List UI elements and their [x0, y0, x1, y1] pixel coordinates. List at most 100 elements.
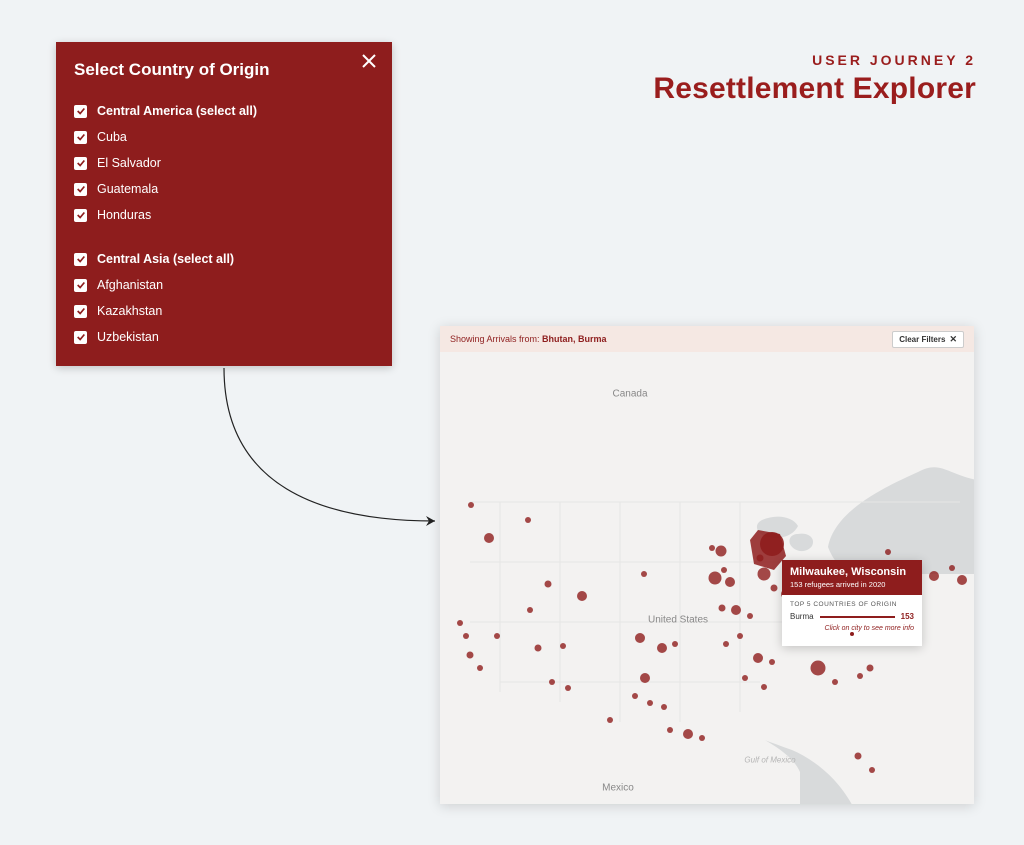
filter-label: Afghanistan: [97, 278, 163, 292]
tooltip-origin-value: 153: [901, 612, 914, 621]
city-bubble[interactable]: [535, 645, 542, 652]
checkbox-icon: [74, 131, 87, 144]
checkbox-icon: [74, 157, 87, 170]
city-bubble[interactable]: [607, 717, 613, 723]
city-bubble[interactable]: [719, 605, 726, 612]
city-tooltip: Milwaukee, Wisconsin 153 refugees arrive…: [782, 560, 922, 646]
checkbox-icon: [74, 183, 87, 196]
tooltip-subtitle: 153 refugees arrived in 2020: [790, 580, 914, 589]
checkbox-icon: [74, 305, 87, 318]
filter-group-header[interactable]: Central Asia (select all): [74, 246, 374, 272]
tooltip-origin-name: Burma: [790, 612, 814, 621]
filter-panel-title: Select Country of Origin: [74, 60, 374, 80]
city-bubble[interactable]: [657, 643, 667, 653]
city-bubble[interactable]: [699, 735, 705, 741]
city-bubble[interactable]: [721, 567, 727, 573]
filter-summary-prefix: Showing Arrivals from:: [450, 334, 542, 344]
filter-group-central-asia: Central Asia (select all) Afghanistan Ka…: [74, 246, 374, 350]
filter-item-honduras[interactable]: Honduras: [74, 202, 374, 228]
filter-label: Honduras: [97, 208, 151, 222]
city-bubble[interactable]: [731, 605, 741, 615]
city-bubble[interactable]: [527, 607, 533, 613]
checkbox-icon: [74, 279, 87, 292]
clear-filters-label: Clear Filters: [899, 335, 945, 344]
city-bubble[interactable]: [758, 568, 771, 581]
city-bubble[interactable]: [560, 643, 566, 649]
tooltip-footer: Click on city to see more info: [790, 625, 914, 632]
city-bubble[interactable]: [811, 661, 826, 676]
tooltip-header: Milwaukee, Wisconsin 153 refugees arrive…: [782, 560, 922, 595]
city-bubble[interactable]: [577, 591, 587, 601]
tooltip-bar: [820, 616, 895, 618]
city-bubble[interactable]: [484, 533, 494, 543]
city-bubble[interactable]: [525, 517, 531, 523]
city-bubble[interactable]: [463, 633, 469, 639]
clear-filters-button[interactable]: Clear Filters ✕: [892, 331, 964, 348]
city-bubble[interactable]: [647, 700, 653, 706]
filter-item-guatemala[interactable]: Guatemala: [74, 176, 374, 202]
city-bubble[interactable]: [565, 685, 571, 691]
city-bubble[interactable]: [661, 704, 667, 710]
city-bubble[interactable]: [494, 633, 500, 639]
city-bubble-milwaukee[interactable]: [760, 532, 784, 556]
filter-label: Central Asia (select all): [97, 252, 234, 266]
page-subtitle: USER JOURNEY 2: [812, 52, 976, 68]
filter-label: Central America (select all): [97, 104, 257, 118]
filter-summary: Showing Arrivals from: Bhutan, Burma: [450, 334, 607, 344]
legend-dot-icon: [850, 632, 854, 636]
city-bubble[interactable]: [632, 693, 638, 699]
filter-label: Uzbekistan: [97, 330, 159, 344]
city-bubble[interactable]: [725, 577, 735, 587]
filter-item-uzbekistan[interactable]: Uzbekistan: [74, 324, 374, 350]
tooltip-origin-row: Burma 153: [790, 612, 914, 621]
city-bubble[interactable]: [857, 673, 863, 679]
city-bubble[interactable]: [467, 652, 474, 659]
city-bubble[interactable]: [709, 572, 722, 585]
city-bubble[interactable]: [709, 545, 715, 551]
city-bubble[interactable]: [672, 641, 678, 647]
city-bubble[interactable]: [757, 555, 764, 562]
city-bubble[interactable]: [855, 753, 862, 760]
filter-item-cuba[interactable]: Cuba: [74, 124, 374, 150]
city-bubble[interactable]: [769, 659, 775, 665]
city-bubble[interactable]: [747, 613, 753, 619]
city-bubble[interactable]: [867, 665, 874, 672]
city-bubble[interactable]: [723, 641, 729, 647]
city-bubble[interactable]: [929, 571, 939, 581]
city-bubble[interactable]: [957, 575, 967, 585]
city-bubble[interactable]: [545, 581, 552, 588]
city-bubble[interactable]: [457, 620, 463, 626]
city-bubble[interactable]: [549, 679, 555, 685]
city-bubble[interactable]: [641, 571, 647, 577]
city-bubble[interactable]: [742, 675, 748, 681]
filter-item-afghanistan[interactable]: Afghanistan: [74, 272, 374, 298]
checkbox-icon: [74, 253, 87, 266]
map-panel: Showing Arrivals from: Bhutan, Burma Cle…: [440, 326, 974, 804]
filter-label: Guatemala: [97, 182, 158, 196]
city-bubble[interactable]: [753, 653, 763, 663]
filter-label: El Salvador: [97, 156, 161, 170]
city-bubble[interactable]: [640, 673, 650, 683]
city-bubble[interactable]: [869, 767, 875, 773]
city-bubble[interactable]: [716, 546, 727, 557]
map-canvas[interactable]: Canada United States Mexico Gulf of Mexi…: [440, 352, 974, 804]
city-bubble[interactable]: [832, 679, 838, 685]
city-bubble[interactable]: [683, 729, 693, 739]
city-bubble[interactable]: [761, 684, 767, 690]
city-bubble[interactable]: [667, 727, 673, 733]
city-bubble[interactable]: [635, 633, 645, 643]
city-bubble[interactable]: [949, 565, 955, 571]
filter-label: Cuba: [97, 130, 127, 144]
filter-item-kazakhstan[interactable]: Kazakhstan: [74, 298, 374, 324]
city-bubble[interactable]: [737, 633, 743, 639]
city-bubble[interactable]: [885, 549, 891, 555]
filter-group-header[interactable]: Central America (select all): [74, 98, 374, 124]
tooltip-section-label: TOP 5 COUNTRIES OF ORIGIN: [790, 601, 914, 608]
filter-item-el-salvador[interactable]: El Salvador: [74, 150, 374, 176]
close-icon[interactable]: [360, 52, 378, 70]
city-bubble[interactable]: [468, 502, 474, 508]
checkbox-icon: [74, 105, 87, 118]
checkbox-icon: [74, 331, 87, 344]
city-bubble[interactable]: [477, 665, 483, 671]
city-bubble[interactable]: [771, 585, 778, 592]
